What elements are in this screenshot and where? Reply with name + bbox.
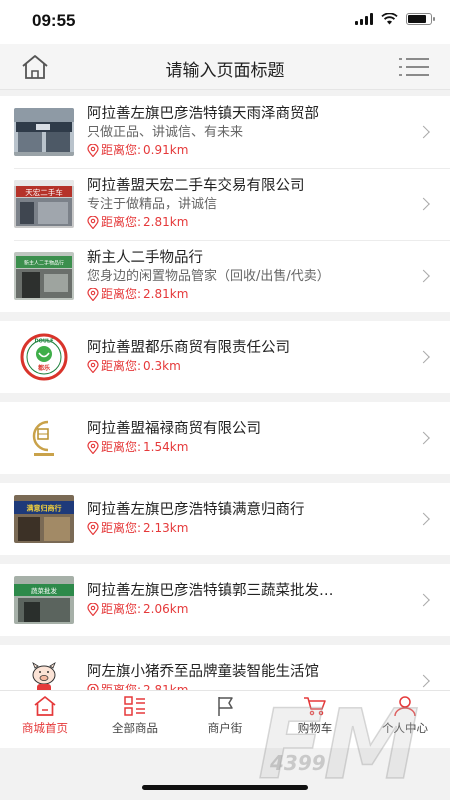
- shop-item[interactable]: 满意归商行 阿拉善左旗巴彦浩特镇满意归商行 距离您: 2.13km: [0, 483, 450, 555]
- page-title: 请输入页面标题: [165, 61, 285, 81]
- shop-card: 阿拉善盟福禄商贸有限公司 距离您: 1.54km: [0, 402, 450, 474]
- home-indicator[interactable]: [142, 785, 308, 790]
- shop-item[interactable]: 阿拉善左旗巴彦浩特镇天雨泽商贸部 只做正品、讲诚信、有未来 距离您: 0.91k…: [0, 96, 450, 168]
- tab-label: 商城首页: [22, 721, 68, 735]
- shop-distance: 距离您: 2.81km: [87, 214, 436, 231]
- thumb-sign-text: 满意归商行: [27, 504, 62, 513]
- shop-distance: 距离您: 2.06km: [87, 601, 436, 618]
- distance-prefix: 距离您:: [101, 215, 142, 229]
- shop-item[interactable]: 天宏二手车 阿拉善盟天宏二手车交易有限公司 专注于做精品，讲诚信 距离您: 2.…: [0, 168, 450, 240]
- location-pin-icon: [87, 603, 99, 616]
- shop-card: 满意归商行 阿拉善左旗巴彦浩特镇满意归商行 距离您: 2.13km: [0, 483, 450, 555]
- shop-name: 阿拉善盟天宏二手车交易有限公司: [87, 178, 305, 194]
- distance-prefix: 距离您:: [101, 287, 142, 301]
- distance-prefix: 距离您:: [101, 602, 142, 616]
- shop-card: DOULE 都乐 阿拉善盟都乐商贸有限责任公司 距离您: 0.3km: [0, 321, 450, 393]
- shop-thumbnail: 满意归商行: [14, 495, 74, 543]
- distance-prefix: 距离您:: [101, 521, 142, 535]
- flag-icon: [218, 697, 233, 716]
- tab-profile[interactable]: 个人中心: [360, 691, 450, 748]
- shop-thumbnail: 新主人二手物品行: [14, 252, 74, 300]
- distance-value: 2.81km: [143, 215, 189, 229]
- status-time: 09:55: [32, 11, 76, 30]
- distance-prefix: 距离您:: [101, 359, 142, 373]
- cart-icon: [304, 697, 326, 716]
- thumb-ring-text: DOULE: [34, 339, 54, 345]
- distance-prefix: 距离您:: [101, 143, 142, 157]
- wifi-icon: [381, 13, 398, 25]
- shop-item[interactable]: 新主人二手物品行 新主人二手物品行 您身边的闲置物品管家（回收/出售/代卖） 距…: [0, 240, 450, 312]
- thumb-sign-text: 天宏二手车: [25, 187, 63, 197]
- page-header: 请输入页面标题: [0, 44, 450, 90]
- shop-name: 阿拉善左旗巴彦浩特镇天雨泽商贸部: [87, 106, 319, 122]
- tab-home[interactable]: 商城首页: [0, 691, 90, 748]
- location-pin-icon: [87, 522, 99, 535]
- status-icons: [355, 13, 435, 25]
- home-icon: [34, 696, 56, 716]
- shop-description: 专注于做精品，讲诚信: [87, 197, 218, 212]
- shop-item[interactable]: DOULE 都乐 阿拉善盟都乐商贸有限责任公司 距离您: 0.3km: [0, 321, 450, 393]
- shop-thumbnail: 天宏二手车: [14, 180, 74, 228]
- fulu-logo: [14, 414, 74, 462]
- location-pin-icon: [87, 144, 99, 157]
- grid-list-icon: [124, 696, 145, 716]
- shop-description: 您身边的闲置物品管家（回收/出售/代卖）: [87, 269, 330, 284]
- location-pin-icon: [87, 216, 99, 229]
- thumb-sign-text: 蔬菜批发: [31, 586, 58, 595]
- shop-distance: 距离您: 0.3km: [87, 358, 436, 375]
- shop-name: 阿拉善左旗巴彦浩特镇郭三蔬菜批发…: [87, 583, 334, 599]
- shop-name: 阿拉善左旗巴彦浩特镇满意归商行: [87, 502, 305, 518]
- tab-cart[interactable]: 购物车: [270, 691, 360, 748]
- shop-item[interactable]: 蔬菜批发 阿拉善左旗巴彦浩特镇郭三蔬菜批发… 距离您: 2.06km: [0, 564, 450, 636]
- status-bar: 09:55: [0, 0, 450, 44]
- watermark-sub: 4399: [269, 751, 326, 775]
- shop-distance: 距离您: 1.54km: [87, 439, 436, 456]
- bottom-tab-bar: 商城首页 全部商品 商户街 购物车 个人中心: [0, 690, 450, 748]
- location-pin-icon: [87, 288, 99, 301]
- distance-value: 0.3km: [143, 359, 181, 373]
- distance-value: 2.81km: [143, 287, 189, 301]
- shop-distance: 距离您: 0.91km: [87, 142, 436, 159]
- shop-thumbnail: [14, 108, 74, 156]
- shop-thumbnail: 蔬菜批发: [14, 576, 74, 624]
- distance-value: 0.91km: [143, 143, 189, 157]
- distance-value: 2.06km: [143, 602, 189, 616]
- battery-icon: [406, 13, 435, 25]
- shop-name: 阿拉善盟都乐商贸有限责任公司: [87, 340, 290, 356]
- distance-value: 2.13km: [143, 521, 189, 535]
- shop-card: 蔬菜批发 阿拉善左旗巴彦浩特镇郭三蔬菜批发… 距离您: 2.06km: [0, 564, 450, 636]
- tab-label: 全部商品: [112, 721, 158, 735]
- location-pin-icon: [87, 441, 99, 454]
- shop-list: 阿拉善左旗巴彦浩特镇天雨泽商贸部 只做正品、讲诚信、有未来 距离您: 0.91k…: [0, 96, 450, 726]
- shop-distance: 距离您: 2.13km: [87, 520, 436, 537]
- shop-item[interactable]: 阿拉善盟福禄商贸有限公司 距离您: 1.54km: [0, 402, 450, 474]
- tab-all-products[interactable]: 全部商品: [90, 691, 180, 748]
- distance-value: 1.54km: [143, 440, 189, 454]
- shop-card-group: 阿拉善左旗巴彦浩特镇天雨泽商贸部 只做正品、讲诚信、有未来 距离您: 0.91k…: [0, 96, 450, 312]
- tab-label: 购物车: [297, 721, 333, 735]
- location-pin-icon: [87, 360, 99, 373]
- shop-name: 阿左旗小猪乔至品牌童装智能生活馆: [87, 664, 319, 680]
- shop-name: 阿拉善盟福禄商贸有限公司: [87, 421, 261, 437]
- cellular-signal-icon: [355, 13, 373, 25]
- dule-logo: DOULE 都乐: [14, 333, 74, 381]
- tab-merchant-street[interactable]: 商户街: [180, 691, 270, 748]
- thumb-center-text: 都乐: [37, 364, 50, 372]
- shop-distance: 距离您: 2.81km: [87, 286, 436, 303]
- shop-description: 只做正品、讲诚信、有未来: [87, 125, 244, 140]
- thumb-sign-text: 新主人二手物品行: [24, 260, 64, 267]
- tab-label: 商户街: [207, 721, 243, 735]
- user-icon: [394, 696, 416, 717]
- menu-list-icon[interactable]: [398, 56, 430, 78]
- distance-prefix: 距离您:: [101, 440, 142, 454]
- tab-label: 个人中心: [382, 721, 428, 735]
- shop-name: 新主人二手物品行: [87, 250, 203, 266]
